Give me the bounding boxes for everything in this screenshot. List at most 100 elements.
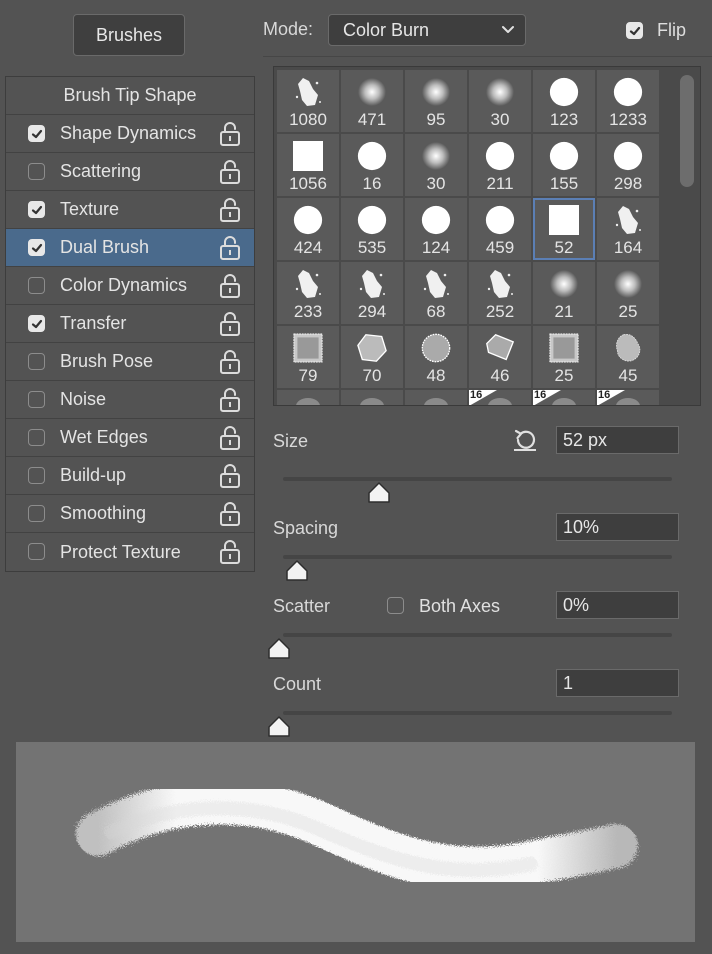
reset-icon[interactable] bbox=[512, 427, 538, 453]
brushes-button[interactable]: Brushes bbox=[73, 14, 185, 56]
brush-size-label: 25 bbox=[618, 302, 638, 321]
flip-checkbox[interactable] bbox=[626, 22, 643, 39]
lock-icon[interactable] bbox=[219, 160, 241, 184]
flip-toggle[interactable]: Flip bbox=[626, 20, 686, 41]
brush-preset-cell[interactable] bbox=[341, 390, 403, 405]
brush-preset-cell[interactable]: 459 bbox=[469, 198, 531, 260]
count-slider-handle[interactable] bbox=[267, 714, 291, 738]
brush-preset-cell[interactable]: 16 bbox=[597, 389, 659, 405]
brush-preset-cell[interactable]: 46 bbox=[469, 326, 531, 388]
settings-item-checkbox[interactable] bbox=[28, 467, 45, 484]
brush-preset-cell[interactable]: 1233 bbox=[597, 70, 659, 132]
spacing-input[interactable]: 10% bbox=[556, 513, 679, 541]
settings-item[interactable]: Brush Pose bbox=[6, 343, 254, 381]
settings-item[interactable]: Dual Brush bbox=[6, 229, 254, 267]
settings-item-checkbox[interactable] bbox=[28, 505, 45, 522]
count-input[interactable]: 1 bbox=[556, 669, 679, 697]
lock-icon[interactable] bbox=[219, 388, 241, 412]
settings-item[interactable]: Build-up bbox=[6, 457, 254, 495]
brush-thumbnail bbox=[357, 139, 387, 173]
brush-preset-cell[interactable]: 294 bbox=[341, 262, 403, 324]
lock-icon[interactable] bbox=[219, 502, 241, 526]
mode-dropdown[interactable]: Color Burn bbox=[328, 14, 526, 46]
lock-icon[interactable] bbox=[219, 350, 241, 374]
size-slider-handle[interactable] bbox=[367, 480, 391, 504]
brush-preset-cell[interactable]: 233 bbox=[277, 262, 339, 324]
lock-icon[interactable] bbox=[219, 122, 241, 146]
spacing-slider-handle[interactable] bbox=[285, 558, 309, 582]
brush-preset-cell[interactable]: 155 bbox=[533, 134, 595, 196]
brush-preset-cell[interactable]: 52 bbox=[533, 198, 595, 260]
brush-preset-cell[interactable]: 471 bbox=[341, 70, 403, 132]
settings-item-checkbox[interactable] bbox=[28, 277, 45, 294]
brush-preset-cell[interactable]: 16 bbox=[469, 389, 531, 405]
count-slider-track[interactable] bbox=[283, 711, 672, 715]
brush-preset-cell[interactable]: 164 bbox=[597, 198, 659, 260]
brush-preset-cell[interactable]: 30 bbox=[405, 134, 467, 196]
settings-item[interactable]: Protect Texture bbox=[6, 533, 254, 571]
brush-preset-cell[interactable]: 1056 bbox=[277, 134, 339, 196]
brush-preset-cell[interactable]: 16 bbox=[341, 134, 403, 196]
brush-preset-cell[interactable]: 424 bbox=[277, 198, 339, 260]
brush-preset-cell[interactable]: 124 bbox=[405, 198, 467, 260]
lock-icon[interactable] bbox=[219, 464, 241, 488]
settings-item[interactable]: Smoothing bbox=[6, 495, 254, 533]
settings-item-checkbox[interactable] bbox=[28, 201, 45, 218]
lock-icon[interactable] bbox=[219, 312, 241, 336]
scrollbar-thumb[interactable] bbox=[680, 75, 694, 187]
brush-preset-cell[interactable]: 21 bbox=[533, 262, 595, 324]
lock-icon[interactable] bbox=[219, 274, 241, 298]
settings-item-checkbox[interactable] bbox=[28, 543, 45, 560]
brush-preset-cell[interactable] bbox=[277, 390, 339, 405]
settings-item-checkbox[interactable] bbox=[28, 125, 45, 142]
brush-preset-cell[interactable]: 25 bbox=[533, 326, 595, 388]
settings-item-checkbox[interactable] bbox=[28, 429, 45, 446]
brush-tip-shape-item[interactable]: Brush Tip Shape bbox=[6, 77, 254, 115]
scatter-slider-track[interactable] bbox=[283, 633, 672, 637]
spacing-slider-track[interactable] bbox=[283, 555, 672, 559]
settings-item[interactable]: Scattering bbox=[6, 153, 254, 191]
settings-item[interactable]: Noise bbox=[6, 381, 254, 419]
size-slider-track[interactable] bbox=[283, 477, 672, 481]
settings-item[interactable]: Texture bbox=[6, 191, 254, 229]
settings-item-label: Build-up bbox=[60, 465, 127, 485]
scatter-input[interactable]: 0% bbox=[556, 591, 679, 619]
lock-icon[interactable] bbox=[219, 540, 241, 564]
settings-item[interactable]: Wet Edges bbox=[6, 419, 254, 457]
brush-preset-cell[interactable]: 95 bbox=[405, 70, 467, 132]
brush-preset-cell[interactable]: 30 bbox=[469, 70, 531, 132]
brush-preset-cell[interactable]: 211 bbox=[469, 134, 531, 196]
brush-preset-cell[interactable]: 48 bbox=[405, 326, 467, 388]
scrollbar[interactable] bbox=[678, 71, 694, 401]
brush-preset-cell[interactable]: 79 bbox=[277, 326, 339, 388]
both-axes-checkbox[interactable] bbox=[387, 597, 404, 614]
lock-icon[interactable] bbox=[219, 236, 241, 260]
spacing-value: 10% bbox=[563, 516, 600, 537]
brush-preset-cell[interactable]: 68 bbox=[405, 262, 467, 324]
brush-preset-cell[interactable]: 16 bbox=[533, 389, 595, 405]
brush-preset-cell[interactable]: 1080 bbox=[277, 70, 339, 132]
settings-item-checkbox[interactable] bbox=[28, 391, 45, 408]
lock-icon[interactable] bbox=[219, 198, 241, 222]
brush-thumbnail bbox=[485, 267, 515, 301]
settings-item-checkbox[interactable] bbox=[28, 163, 45, 180]
settings-item-checkbox[interactable] bbox=[28, 315, 45, 332]
settings-item[interactable]: Transfer bbox=[6, 305, 254, 343]
brush-preset-cell[interactable]: 45 bbox=[597, 326, 659, 388]
settings-item-checkbox[interactable] bbox=[28, 353, 45, 370]
brush-size-label: 46 bbox=[490, 366, 510, 385]
brush-preset-cell[interactable]: 298 bbox=[597, 134, 659, 196]
settings-item[interactable]: Shape Dynamics bbox=[6, 115, 254, 153]
scatter-slider-handle[interactable] bbox=[267, 636, 291, 660]
brush-preset-cell[interactable]: 25 bbox=[597, 262, 659, 324]
brush-preset-cell[interactable]: 70 bbox=[341, 326, 403, 388]
settings-item[interactable]: Color Dynamics bbox=[6, 267, 254, 305]
settings-item-checkbox[interactable] bbox=[28, 239, 45, 256]
size-input[interactable]: 52 px bbox=[556, 426, 679, 454]
lock-icon[interactable] bbox=[219, 426, 241, 450]
brush-preset-cell[interactable] bbox=[405, 390, 467, 405]
size-value: 52 px bbox=[563, 429, 608, 450]
brush-preset-cell[interactable]: 252 bbox=[469, 262, 531, 324]
brush-preset-cell[interactable]: 123 bbox=[533, 70, 595, 132]
brush-preset-cell[interactable]: 535 bbox=[341, 198, 403, 260]
